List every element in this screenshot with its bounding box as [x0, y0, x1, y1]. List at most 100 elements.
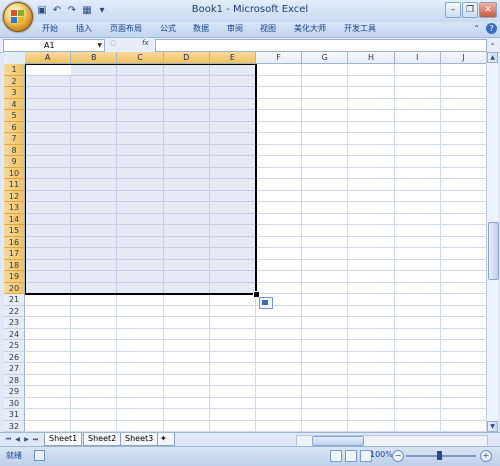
row-header-5[interactable]: 5: [4, 110, 25, 122]
vertical-scrollbar[interactable]: ▲ ▼: [486, 52, 499, 432]
sheet-tab-sheet2[interactable]: Sheet2: [83, 433, 122, 446]
office-logo-icon: [11, 10, 25, 24]
insert-sheet-icon[interactable]: ✦: [157, 433, 175, 446]
chevron-down-icon[interactable]: ▼: [97, 40, 102, 51]
row-header-31[interactable]: 31: [4, 409, 25, 421]
column-header-e[interactable]: E: [209, 52, 256, 64]
row-header-6[interactable]: 6: [4, 121, 25, 133]
restore-icon[interactable]: ❐: [462, 2, 478, 18]
tab-view[interactable]: 视图: [260, 23, 276, 34]
insert-function-button[interactable]: fx: [142, 39, 149, 47]
row-header-20[interactable]: 20: [4, 282, 25, 294]
expand-formula-icon[interactable]: ⌄: [487, 39, 498, 50]
macro-record-icon[interactable]: [34, 450, 45, 461]
row-header-29[interactable]: 29: [4, 386, 25, 398]
paste-options-icon[interactable]: [259, 297, 273, 309]
tab-data[interactable]: 数据: [193, 23, 209, 34]
selection-range[interactable]: [25, 64, 257, 295]
column-header-j[interactable]: J: [440, 52, 486, 64]
column-header-d[interactable]: D: [163, 52, 210, 64]
next-sheet-icon[interactable]: ▶: [22, 435, 31, 444]
tab-home[interactable]: 开始: [42, 23, 58, 34]
redo-icon[interactable]: ↷: [66, 5, 78, 17]
zoom-slider-thumb[interactable]: [437, 451, 442, 460]
row-header-17[interactable]: 17: [4, 248, 25, 260]
grid-vline: [347, 64, 349, 432]
ribbon-minimize-icon[interactable]: ⌃: [473, 24, 480, 33]
zoom-level[interactable]: 100%: [370, 450, 393, 459]
tab-beautify-master[interactable]: 美化大师: [294, 23, 326, 34]
column-header-f[interactable]: F: [256, 52, 303, 64]
row-header-11[interactable]: 11: [4, 179, 25, 191]
help-icon[interactable]: ?: [486, 23, 497, 34]
scroll-up-icon[interactable]: ▲: [487, 52, 498, 63]
save-icon[interactable]: ▣: [36, 5, 48, 17]
row-header-3[interactable]: 3: [4, 87, 25, 99]
column-header-c[interactable]: C: [117, 52, 164, 64]
tab-page-layout[interactable]: 页面布局: [110, 23, 142, 34]
normal-view-icon[interactable]: [330, 450, 342, 462]
row-header-32[interactable]: 32: [4, 420, 25, 432]
tab-developer[interactable]: 开发工具: [344, 23, 376, 34]
row-header-15[interactable]: 15: [4, 225, 25, 237]
prev-sheet-icon[interactable]: ◀: [13, 435, 22, 444]
view-buttons: [330, 450, 372, 462]
vertical-scroll-thumb[interactable]: [488, 222, 499, 280]
tab-formulas[interactable]: 公式: [160, 23, 176, 34]
worksheet-grid[interactable]: A B C D E F G H I J 1 2 3 4 5 6 7 8 9 10 11 12 13 14 15 16 17 18 19 2…: [4, 52, 486, 432]
row-header-8[interactable]: 8: [4, 144, 25, 156]
zoom-out-icon[interactable]: −: [392, 450, 404, 462]
row-header-28[interactable]: 28: [4, 374, 25, 386]
row-header-1[interactable]: 1: [4, 64, 25, 76]
row-header-18[interactable]: 18: [4, 259, 25, 271]
tab-insert[interactable]: 插入: [76, 23, 92, 34]
undo-icon[interactable]: ↶: [51, 5, 63, 17]
tab-review[interactable]: 审阅: [227, 23, 243, 34]
sheet-tab-bar: ⏮ ◀ ▶ ⏭ Sheet1 Sheet2 Sheet3 ✦: [0, 432, 500, 447]
scroll-down-icon[interactable]: ▼: [487, 421, 498, 432]
row-header-14[interactable]: 14: [4, 213, 25, 225]
row-header-12[interactable]: 12: [4, 190, 25, 202]
column-header-b[interactable]: B: [71, 52, 118, 64]
row-header-19[interactable]: 19: [4, 271, 25, 283]
row-header-23[interactable]: 23: [4, 317, 25, 329]
row-header-9[interactable]: 9: [4, 156, 25, 168]
sheet-tab-sheet1[interactable]: Sheet1: [44, 433, 83, 446]
row-header-30[interactable]: 30: [4, 397, 25, 409]
print-preview-icon[interactable]: ▦: [81, 5, 93, 17]
row-header-27[interactable]: 27: [4, 363, 25, 375]
grid-hline: [25, 396, 486, 398]
row-header-16[interactable]: 16: [4, 236, 25, 248]
close-icon[interactable]: ✕: [479, 2, 497, 18]
customize-icon[interactable]: ▾: [96, 5, 108, 17]
formula-input[interactable]: [155, 39, 487, 52]
row-header-2[interactable]: 2: [4, 75, 25, 87]
column-header-g[interactable]: G: [302, 52, 349, 64]
row-header-10[interactable]: 10: [4, 167, 25, 179]
cancel-icon[interactable]: ◌: [110, 39, 116, 47]
row-header-22[interactable]: 22: [4, 305, 25, 317]
last-sheet-icon[interactable]: ⏭: [31, 435, 40, 444]
minimize-icon[interactable]: –: [445, 2, 461, 18]
row-header-21[interactable]: 21: [4, 294, 25, 306]
row-header-7[interactable]: 7: [4, 133, 25, 145]
grid-hline: [25, 362, 486, 363]
page-layout-view-icon[interactable]: [345, 450, 357, 462]
active-cell[interactable]: [26, 65, 71, 75]
horizontal-scroll-thumb[interactable]: [312, 436, 364, 446]
row-header-4[interactable]: 4: [4, 98, 25, 110]
name-box-value: A1: [44, 41, 55, 50]
zoom-in-icon[interactable]: +: [480, 450, 492, 462]
column-header-h[interactable]: H: [348, 52, 395, 64]
row-header-13[interactable]: 13: [4, 202, 25, 214]
column-header-i[interactable]: I: [394, 52, 441, 64]
office-button[interactable]: [3, 2, 33, 32]
row-header-24[interactable]: 24: [4, 328, 25, 340]
sheet-tab-sheet3[interactable]: Sheet3: [120, 433, 159, 446]
name-box[interactable]: A1 ▼: [3, 39, 105, 52]
column-header-a[interactable]: A: [25, 52, 72, 64]
first-sheet-icon[interactable]: ⏮: [4, 435, 13, 444]
row-header-25[interactable]: 25: [4, 340, 25, 352]
row-header-26[interactable]: 26: [4, 351, 25, 363]
ribbon-tabs: 开始 插入 页面布局 公式 数据 审阅 视图 美化大师 开发工具 ⌃ ?: [0, 22, 500, 38]
